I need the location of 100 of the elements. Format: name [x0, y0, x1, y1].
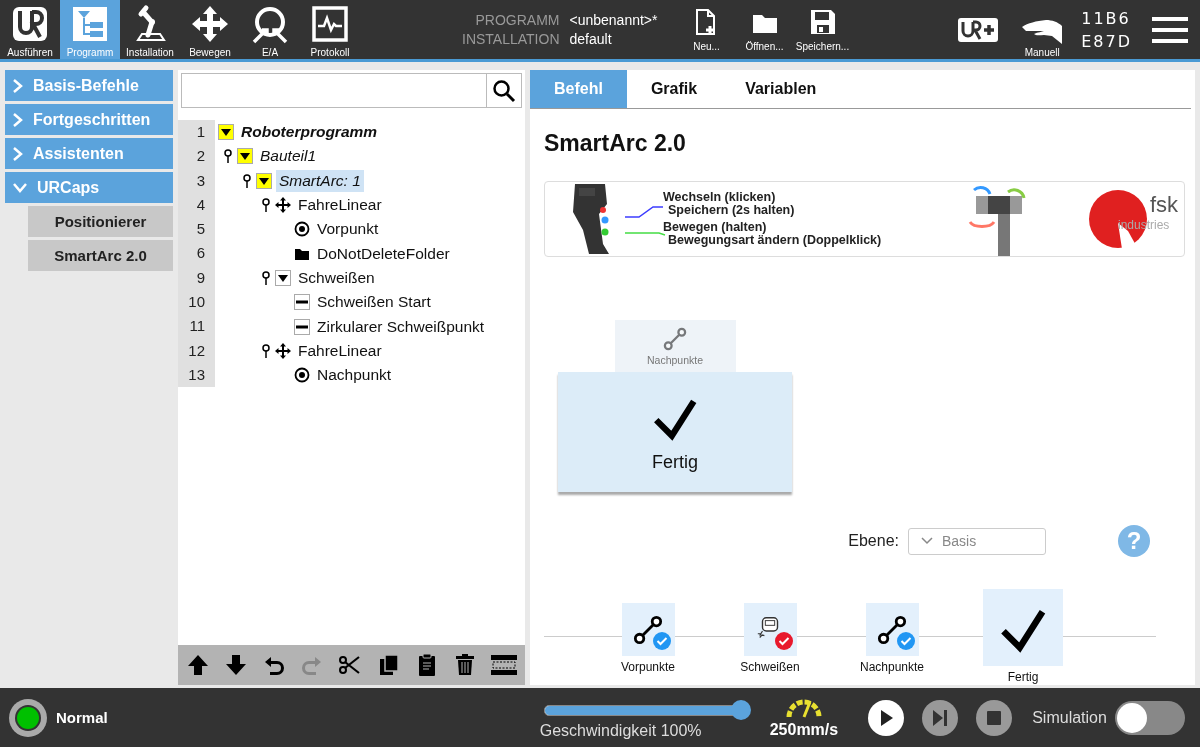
urcap-button[interactable]: Positionierer	[28, 206, 173, 237]
tree-node[interactable]: Roboterprogramm	[238, 121, 381, 144]
control-button[interactable]	[868, 699, 905, 736]
tree-node[interactable]: FahreLinear	[295, 339, 385, 362]
step-label: Nachpunkte	[859, 660, 924, 674]
line-number: 1	[195, 122, 206, 142]
simulation-label: Simulation	[1032, 708, 1107, 727]
speed-slider[interactable]	[543, 699, 752, 722]
collapse-icon[interactable]	[256, 172, 272, 189]
tree-node[interactable]: FahreLinear	[295, 194, 385, 217]
status-text: Normal	[56, 709, 108, 726]
level-dropdown[interactable]: Basis	[908, 527, 1046, 555]
hint-text: Bewegungsart ändern (Doppelklick)	[668, 234, 882, 247]
connected-points-icon	[877, 614, 907, 645]
line-number: 5	[195, 219, 206, 240]
nav-tab[interactable]: Protokoll	[300, 0, 360, 59]
menu-icon[interactable]	[1152, 15, 1188, 44]
pin-icon	[261, 270, 270, 285]
line-number: 4	[195, 194, 206, 215]
tree-node[interactable]: Schweißen	[295, 266, 378, 289]
line-number: 13	[187, 364, 206, 385]
tree-node[interactable]: DoNotDeleteFolder	[314, 242, 453, 265]
pin-icon	[223, 149, 232, 164]
move-arrows-icon[interactable]	[275, 342, 291, 359]
step-label: Schweißen	[740, 660, 800, 674]
slider-handle[interactable]	[730, 700, 751, 720]
logo-icon	[10, 4, 50, 44]
info-label: INSTALLATION	[462, 29, 560, 49]
mode-button[interactable]: Manuell	[1017, 0, 1068, 59]
tree-node[interactable]: Vorpunkt	[314, 218, 382, 241]
command-title: SmartArc 2.0	[544, 130, 687, 157]
line-number: 10	[187, 292, 206, 313]
collapse-icon[interactable]	[218, 124, 234, 141]
step-button[interactable]	[865, 603, 919, 656]
move-arrows-icon[interactable]	[275, 197, 291, 214]
circle-arrows-icon	[250, 4, 290, 44]
hint-text: Wechseln (klicken)	[663, 191, 776, 204]
pin-icon	[261, 198, 270, 213]
tree-node[interactable]: Zirkularer Schweißpunkt	[314, 315, 488, 338]
line-number: 6	[195, 243, 206, 264]
chevron-down-icon	[921, 537, 933, 545]
nav-tab[interactable]: Installation	[120, 0, 180, 59]
tab[interactable]: Variablen	[721, 70, 841, 108]
line-number: 3	[195, 170, 206, 191]
step-card[interactable]: Nachpunkte	[614, 320, 736, 372]
urcap-button[interactable]: SmartArc 2.0	[28, 240, 173, 271]
logo-text: industries	[1118, 218, 1170, 232]
step-button[interactable]	[743, 603, 797, 656]
connected-points-icon	[633, 614, 663, 645]
tree-node[interactable]: Schweißen Start	[314, 291, 434, 314]
program-tree-icon	[70, 4, 110, 44]
step-label: Fertig	[1007, 670, 1039, 684]
waypoint-icon	[294, 367, 310, 384]
field-label: Ebene:	[848, 532, 899, 550]
collapse-icon[interactable]	[275, 269, 291, 286]
file-button[interactable]: Öffnen...	[735, 0, 794, 59]
speed-label: Geschwindigkeit 100%	[539, 722, 703, 740]
waypoint-icon	[294, 221, 310, 238]
chevron-right-icon	[13, 78, 23, 93]
info-value: default	[569, 29, 613, 49]
tab[interactable]: Grafik	[626, 70, 722, 108]
hint-text: Speichern (2s halten)	[667, 204, 796, 217]
tree-node[interactable]: SmartArc: 1	[276, 169, 364, 192]
serial-text: 11B6	[1081, 8, 1132, 28]
logo-text: fsk	[1150, 192, 1179, 218]
step-button[interactable]	[983, 589, 1063, 666]
collapse-icon[interactable]	[237, 148, 253, 165]
chevron-right-icon	[13, 112, 23, 127]
tcp-speed-text: 250mm/s	[769, 720, 839, 739]
simulation-toggle[interactable]	[1114, 700, 1185, 735]
waveform-icon	[310, 4, 350, 44]
info-value: <unbenannt>*	[569, 10, 658, 30]
file-button[interactable]: Neu...	[677, 0, 736, 59]
pin-icon	[242, 173, 251, 188]
step-button[interactable]	[621, 603, 675, 656]
pin-icon	[261, 343, 270, 358]
line-number: 12	[187, 340, 206, 361]
nav-tab[interactable]: E/A	[240, 0, 300, 59]
file-button[interactable]: Speichern...	[793, 0, 852, 59]
ur-plus-icon[interactable]	[957, 16, 1000, 43]
status-indicator-icon[interactable]	[9, 698, 47, 737]
search-icon	[492, 78, 516, 103]
line-number: 11	[188, 316, 206, 337]
connected-points-icon	[663, 326, 687, 351]
serial-text: E87D	[1081, 31, 1132, 51]
nav-tab[interactable]: Ausführen	[0, 0, 60, 59]
command-icon	[294, 318, 310, 335]
info-label: PROGRAMM	[474, 10, 560, 30]
command-icon	[294, 294, 310, 311]
hint-text: Bewegen (halten)	[663, 221, 767, 234]
step-label: Vorpunkte	[620, 660, 675, 674]
nav-tab[interactable]: Bewegen	[180, 0, 240, 59]
search-field[interactable]	[181, 73, 522, 108]
tree-node[interactable]: Bauteil1	[257, 145, 319, 168]
tree-node[interactable]: Nachpunkt	[314, 364, 395, 387]
step-card[interactable]: Fertig	[558, 372, 792, 492]
chevron-right-icon	[13, 146, 23, 161]
hand-icon	[1020, 17, 1065, 45]
move-arrows-icon	[190, 4, 230, 44]
line-number: 2	[195, 146, 206, 167]
